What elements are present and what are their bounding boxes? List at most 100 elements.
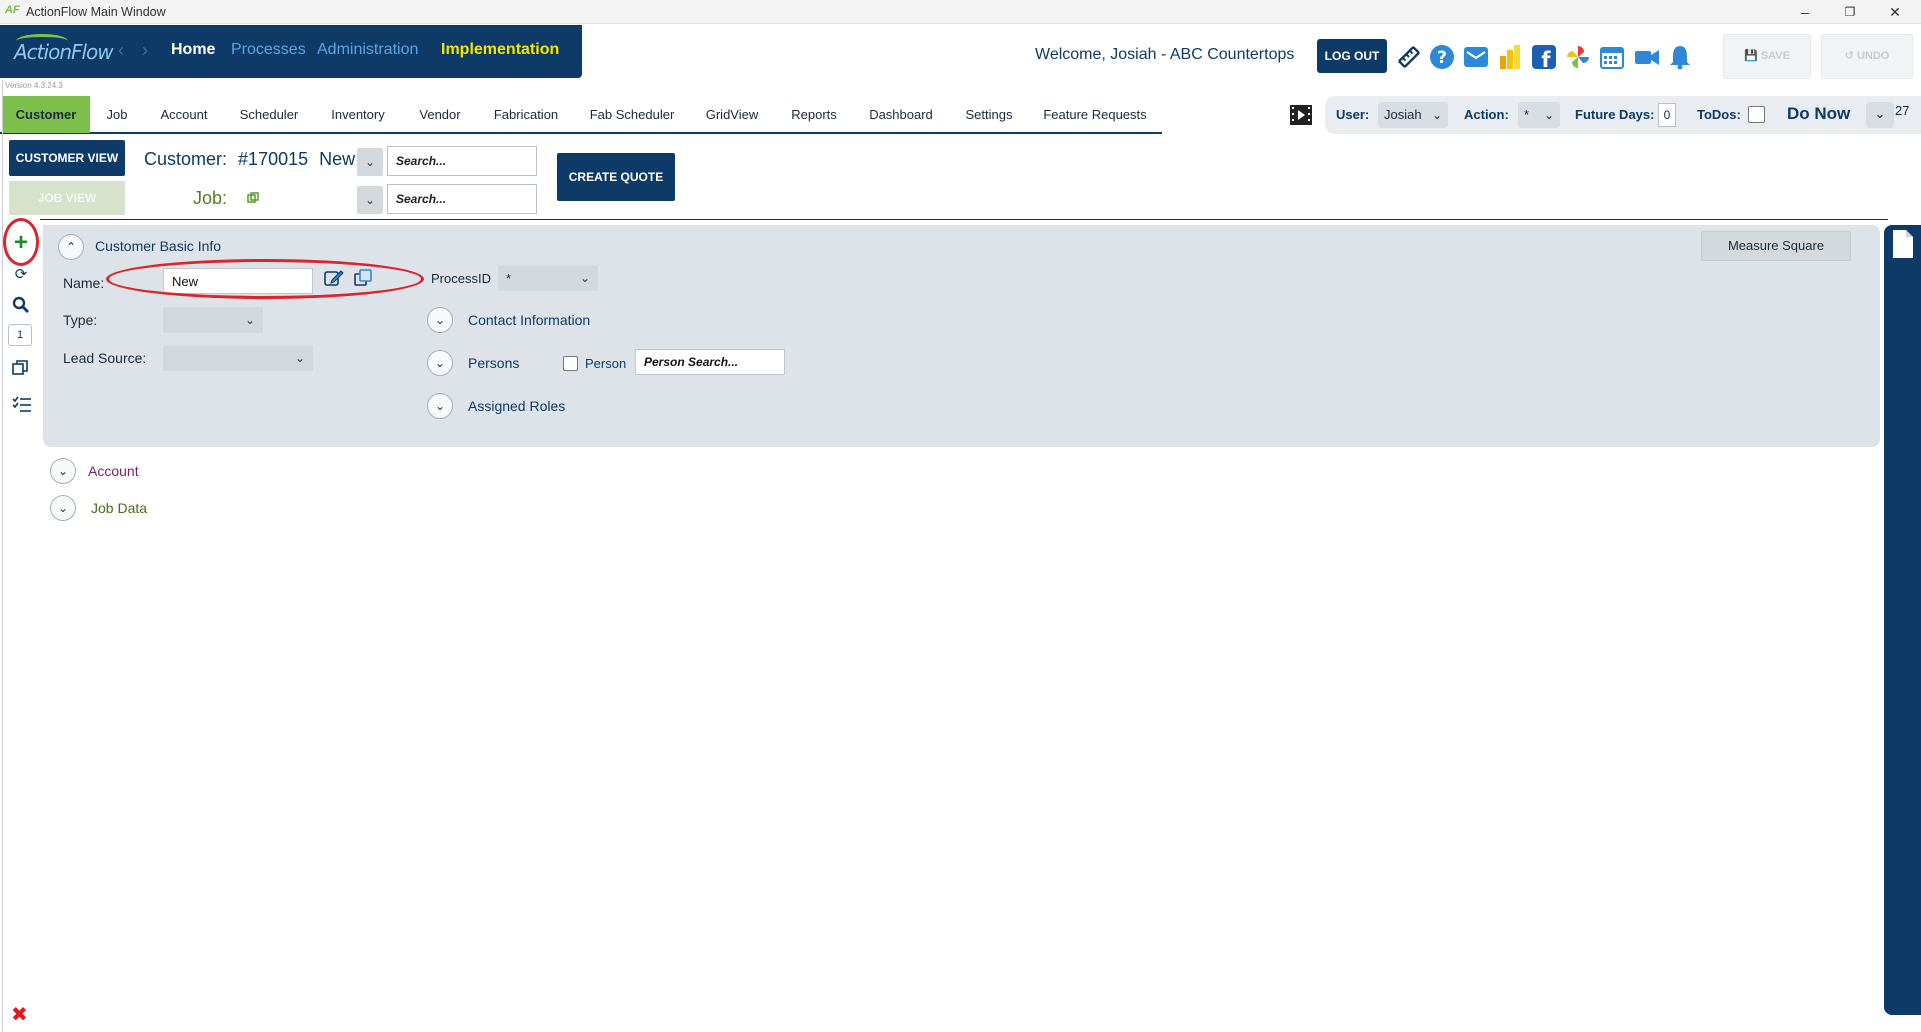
chevron-down-icon: ⌄ (294, 351, 305, 365)
tab-reports[interactable]: Reports (784, 96, 844, 133)
page-number-box[interactable]: 1 (8, 324, 32, 346)
back-arrow-icon[interactable]: ‹ (118, 40, 124, 61)
save-icon: 💾 (1744, 50, 1758, 62)
filter-bar: User: Josiah ⌄ Action: * ⌄ Future Days: 0 … (1325, 96, 1921, 134)
tab-account[interactable]: Account (152, 96, 216, 133)
delete-icon[interactable]: ✖ (11, 1002, 28, 1027)
customer-dropdown-button[interactable]: ⌄ (357, 148, 383, 176)
nav-implementation[interactable]: Implementation (441, 41, 559, 59)
tab-job[interactable]: Job (98, 96, 136, 133)
facebook-icon[interactable]: f (1531, 44, 1557, 70)
action-filter-select[interactable]: * ⌄ (1518, 102, 1560, 128)
job-view-button[interactable]: JOB VIEW (9, 181, 125, 215)
tab-vendor[interactable]: Vendor (410, 96, 470, 133)
job-search-input[interactable]: Search... (387, 184, 537, 214)
forward-arrow-icon[interactable]: › (142, 40, 148, 61)
customer-search-input[interactable]: Search... (387, 146, 537, 176)
calendar-icon[interactable] (1599, 44, 1625, 70)
refresh-icon[interactable]: ⟳ (10, 265, 32, 287)
nav-home[interactable]: Home (171, 41, 215, 59)
todos-checkbox[interactable] (1748, 106, 1765, 123)
expand-job-data-button[interactable]: ⌄ (50, 495, 76, 521)
type-select[interactable]: ⌄ (163, 307, 263, 333)
tab-scheduler[interactable]: Scheduler (234, 96, 304, 133)
tab-feature-requests[interactable]: Feature Requests (1040, 96, 1150, 133)
pinwheel-icon[interactable] (1565, 44, 1591, 70)
tab-customer[interactable]: Customer (2, 96, 90, 133)
powerbi-icon[interactable] (1497, 44, 1523, 70)
expand-persons-button[interactable]: ⌄ (427, 350, 453, 376)
measure-square-button[interactable]: Measure Square (1701, 231, 1851, 261)
chevron-down-icon: ⌄ (579, 271, 590, 285)
expand-assigned-roles-button[interactable]: ⌄ (427, 393, 453, 419)
collapse-basic-info-button[interactable]: ⌃ (58, 234, 84, 260)
chevron-down-icon: ⌄ (1431, 108, 1442, 122)
do-now-dropdown[interactable]: ⌄ (1866, 102, 1894, 128)
todo-count: 27 (1895, 103, 1910, 118)
mail-icon[interactable] (1463, 44, 1489, 70)
restore-icon[interactable]: ❐ (1835, 2, 1865, 22)
svg-text:?: ? (1437, 48, 1447, 68)
save-button[interactable]: 💾 SAVE (1723, 34, 1811, 79)
process-id-select[interactable]: * ⌄ (498, 265, 598, 291)
future-days-input[interactable]: 0 (1658, 103, 1676, 127)
chevron-down-icon: ⌄ (57, 464, 69, 478)
create-quote-button[interactable]: CREATE QUOTE (557, 153, 675, 201)
logout-button[interactable]: LOG OUT (1317, 39, 1387, 73)
tab-inventory[interactable]: Inventory (322, 96, 394, 133)
help-icon[interactable]: ? (1429, 44, 1455, 70)
tab-fab-scheduler[interactable]: Fab Scheduler (584, 96, 680, 133)
undo-button[interactable]: ↺ UNDO (1821, 34, 1913, 79)
job-data-section-title[interactable]: Job Data (91, 500, 147, 516)
user-filter-select[interactable]: Josiah ⌄ (1378, 102, 1448, 128)
left-edge (2, 80, 3, 1032)
document-icon[interactable] (1891, 229, 1915, 259)
persons-title[interactable]: Persons (468, 355, 519, 371)
nav-administration[interactable]: Administration (317, 41, 418, 59)
close-window-icon[interactable]: ✕ (1880, 2, 1910, 22)
film-icon[interactable] (1289, 104, 1313, 126)
undo-icon: ↺ (1844, 50, 1854, 62)
job-dropdown-button[interactable]: ⌄ (357, 186, 383, 214)
divider (40, 219, 1888, 220)
customer-view-button[interactable]: CUSTOMER VIEW (9, 140, 125, 176)
tab-dashboard[interactable]: Dashboard (862, 96, 940, 133)
checklist-icon[interactable] (12, 396, 32, 414)
window-title: ActionFlow Main Window (26, 5, 166, 19)
assigned-roles-title[interactable]: Assigned Roles (468, 398, 565, 414)
ruler-icon[interactable] (1396, 44, 1422, 70)
account-section-title[interactable]: Account (88, 463, 139, 479)
tab-gridview[interactable]: GridView (696, 96, 768, 133)
main-navbar: ActionFlow ‹ › Home Processes Administra… (0, 25, 582, 78)
user-filter-value: Josiah (1384, 107, 1422, 122)
tab-settings[interactable]: Settings (958, 96, 1020, 133)
chevron-down-icon: ⌄ (364, 193, 376, 207)
chevron-down-icon: ⌄ (364, 155, 376, 169)
add-icon[interactable]: + (10, 231, 32, 255)
customer-basic-info-panel (43, 225, 1880, 447)
chevron-down-icon: ⌄ (434, 399, 446, 413)
undo-label: UNDO (1856, 50, 1890, 62)
person-search-input[interactable]: Person Search... (635, 349, 785, 375)
type-label: Type: (63, 312, 98, 328)
todos-label: ToDos: (1697, 107, 1741, 122)
action-filter-label: Action: (1464, 107, 1509, 122)
user-filter-label: User: (1336, 107, 1370, 122)
person-checkbox[interactable] (563, 356, 578, 371)
contact-info-title[interactable]: Contact Information (468, 312, 590, 328)
minimize-icon[interactable]: – (1790, 2, 1820, 22)
expand-contact-info-button[interactable]: ⌄ (427, 307, 453, 333)
chevron-up-icon: ⌃ (65, 240, 77, 254)
nav-processes[interactable]: Processes (231, 41, 306, 59)
tab-fabrication[interactable]: Fabrication (486, 96, 566, 133)
chevron-down-icon: ⌄ (57, 501, 69, 515)
basic-info-title: Customer Basic Info (95, 238, 222, 254)
duplicate-icon[interactable] (12, 360, 28, 376)
lead-source-select[interactable]: ⌄ (163, 345, 313, 371)
bell-icon[interactable] (1667, 44, 1693, 70)
save-label: SAVE (1760, 50, 1790, 62)
video-camera-icon[interactable] (1634, 44, 1660, 70)
search-icon[interactable] (12, 296, 30, 314)
copy-small-icon[interactable] (247, 192, 259, 204)
expand-account-button[interactable]: ⌄ (50, 458, 76, 484)
